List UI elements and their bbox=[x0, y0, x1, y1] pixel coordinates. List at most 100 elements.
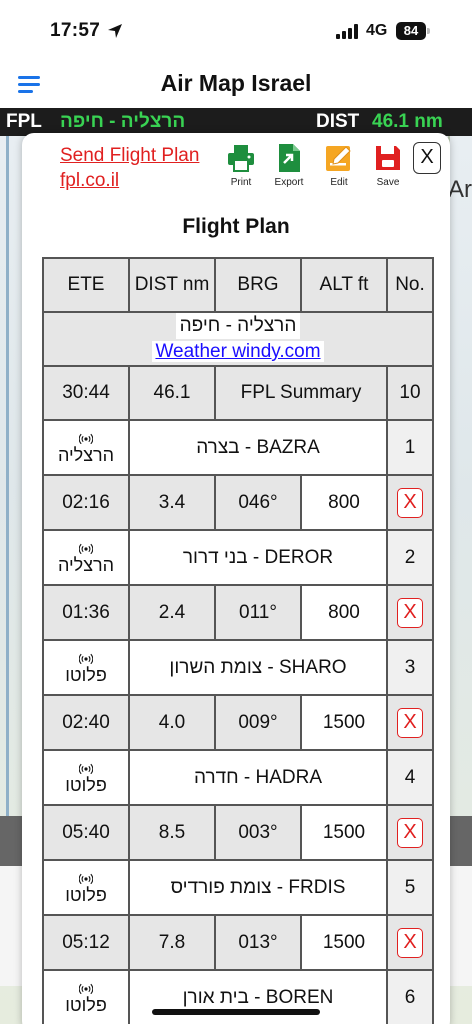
status-bar: 17:57 4G 84 bbox=[0, 0, 472, 62]
delete-leg-button[interactable]: X bbox=[397, 817, 423, 848]
waypoint-row: הרצליה DEROR - בני דרור 2 bbox=[44, 531, 432, 584]
summary-dist: 46.1 bbox=[130, 367, 214, 419]
waypoint-row: הרצליה BAZRA - בצרה 1 bbox=[44, 421, 432, 474]
print-button[interactable]: Print bbox=[217, 143, 265, 188]
leg-brg: 003° bbox=[216, 806, 300, 859]
print-label: Print bbox=[230, 177, 252, 188]
header-brg: BRG bbox=[216, 259, 300, 311]
waypoint-number: 4 bbox=[388, 751, 432, 804]
map-label: Ar bbox=[448, 176, 472, 203]
network-type: 4G bbox=[366, 22, 388, 39]
home-indicator bbox=[152, 1009, 320, 1015]
leg-alt[interactable]: 800 bbox=[302, 586, 386, 639]
leg-dist: 7.8 bbox=[130, 916, 214, 969]
route-cell: הרצליה - חיפה Weather windy.com bbox=[44, 313, 432, 365]
save-label: Save bbox=[376, 177, 400, 188]
dist-value: 46.1 nm bbox=[372, 111, 443, 132]
waypoint-name: BAZRA - בצרה bbox=[130, 421, 386, 474]
export-button[interactable]: Export bbox=[265, 143, 313, 188]
radio-frequency-icon bbox=[79, 433, 93, 444]
edit-button[interactable]: Edit bbox=[315, 143, 363, 188]
route-row: הרצליה - חיפה Weather windy.com bbox=[44, 313, 432, 365]
frequency-name: הרצליה bbox=[57, 554, 115, 575]
leg-delete-cell: X bbox=[388, 696, 432, 749]
radio-frequency-icon bbox=[79, 873, 93, 884]
waypoint-name: BOREN - בית אורן bbox=[130, 971, 386, 1024]
send-flight-plan-link[interactable]: Send Flight Plan fpl.co.il bbox=[60, 143, 199, 193]
leg-alt[interactable]: 800 bbox=[302, 476, 386, 529]
edit-icon bbox=[326, 146, 351, 171]
fpl-status-bar[interactable]: FPL הרצליה - חיפה DIST 46.1 nm bbox=[0, 108, 472, 136]
leg-alt[interactable]: 1500 bbox=[302, 916, 386, 969]
leg-row: 01:36 2.4 011° 800 X bbox=[44, 586, 432, 639]
waypoint-row: פלוטו BOREN - בית אורן 6 bbox=[44, 971, 432, 1024]
summary-ete: 30:44 bbox=[44, 367, 128, 419]
leg-dist: 3.4 bbox=[130, 476, 214, 529]
leg-alt[interactable]: 1500 bbox=[302, 806, 386, 859]
summary-row: 30:44 46.1 FPL Summary 10 bbox=[44, 367, 432, 419]
fpl-route: הרצליה - חיפה bbox=[60, 111, 186, 132]
header-ete: ETE bbox=[44, 259, 128, 311]
leg-ete: 05:40 bbox=[44, 806, 128, 859]
send-link-line1: Send Flight Plan bbox=[60, 145, 200, 166]
radio-frequency-icon bbox=[79, 653, 93, 664]
waypoint-frequency[interactable]: הרצליה bbox=[44, 531, 128, 584]
leg-brg: 046° bbox=[216, 476, 300, 529]
delete-leg-button[interactable]: X bbox=[397, 597, 423, 628]
battery-icon: 84 bbox=[396, 22, 426, 40]
leg-delete-cell: X bbox=[388, 916, 432, 969]
waypoint-name: FRDIS - צומת פורדיס bbox=[130, 861, 386, 914]
radio-frequency-icon bbox=[79, 763, 93, 774]
save-button[interactable]: Save bbox=[364, 143, 412, 188]
header-dist: DIST nm bbox=[130, 259, 214, 311]
leg-ete: 01:36 bbox=[44, 586, 128, 639]
leg-brg: 009° bbox=[216, 696, 300, 749]
radio-frequency-icon bbox=[79, 543, 93, 554]
dist-label: DIST bbox=[316, 111, 360, 132]
header-no: No. bbox=[388, 259, 432, 311]
waypoint-frequency[interactable]: הרצליה bbox=[44, 421, 128, 474]
battery-tip bbox=[427, 28, 430, 34]
leg-ete: 02:40 bbox=[44, 696, 128, 749]
leg-brg: 013° bbox=[216, 916, 300, 969]
fpl-label: FPL bbox=[6, 111, 42, 132]
leg-brg: 011° bbox=[216, 586, 300, 639]
export-label: Export bbox=[274, 177, 304, 188]
leg-dist: 2.4 bbox=[130, 586, 214, 639]
location-arrow-icon bbox=[108, 24, 122, 38]
waypoint-name: SHARO - צומת השרון bbox=[130, 641, 386, 694]
close-dialog-button[interactable]: X bbox=[413, 142, 441, 174]
frequency-name: פלוטו bbox=[65, 664, 107, 685]
summary-label: FPL Summary bbox=[216, 367, 386, 419]
weather-link[interactable]: Weather windy.com bbox=[152, 341, 324, 362]
flight-plan-table: ETE DIST nm BRG ALT ft No. הרצליה - חיפה… bbox=[42, 257, 434, 1024]
frequency-name: פלוטו bbox=[65, 774, 107, 795]
leg-dist: 4.0 bbox=[130, 696, 214, 749]
delete-leg-button[interactable]: X bbox=[397, 487, 423, 518]
delete-leg-button[interactable]: X bbox=[397, 927, 423, 958]
waypoint-name: HADRA - חדרה bbox=[130, 751, 386, 804]
waypoint-frequency[interactable]: פלוטו bbox=[44, 641, 128, 694]
dialog-title: Flight Plan bbox=[182, 215, 290, 238]
export-icon bbox=[279, 144, 300, 172]
waypoint-frequency[interactable]: פלוטו bbox=[44, 751, 128, 804]
waypoint-frequency[interactable]: פלוטו bbox=[44, 971, 128, 1024]
waypoint-frequency[interactable]: פלוטו bbox=[44, 861, 128, 914]
app-title: Air Map Israel bbox=[160, 70, 312, 96]
print-icon bbox=[228, 145, 254, 172]
leg-alt[interactable]: 1500 bbox=[302, 696, 386, 749]
waypoint-row: פלוטו SHARO - צומת השרון 3 bbox=[44, 641, 432, 694]
waypoint-name: DEROR - בני דרור bbox=[130, 531, 386, 584]
frequency-name: פלוטו bbox=[65, 884, 107, 905]
signal-strength-icon bbox=[336, 24, 360, 39]
leg-row: 05:40 8.5 003° 1500 X bbox=[44, 806, 432, 859]
radio-frequency-icon bbox=[79, 983, 93, 994]
delete-leg-button[interactable]: X bbox=[397, 707, 423, 738]
summary-count: 10 bbox=[388, 367, 432, 419]
waypoint-number: 3 bbox=[388, 641, 432, 694]
frequency-name: פלוטו bbox=[65, 994, 107, 1015]
map-route-line bbox=[6, 136, 9, 816]
table-header-row: ETE DIST nm BRG ALT ft No. bbox=[44, 259, 432, 311]
waypoint-number: 6 bbox=[388, 971, 432, 1024]
flight-plan-dialog: Send Flight Plan fpl.co.il Print Export … bbox=[22, 133, 450, 1024]
